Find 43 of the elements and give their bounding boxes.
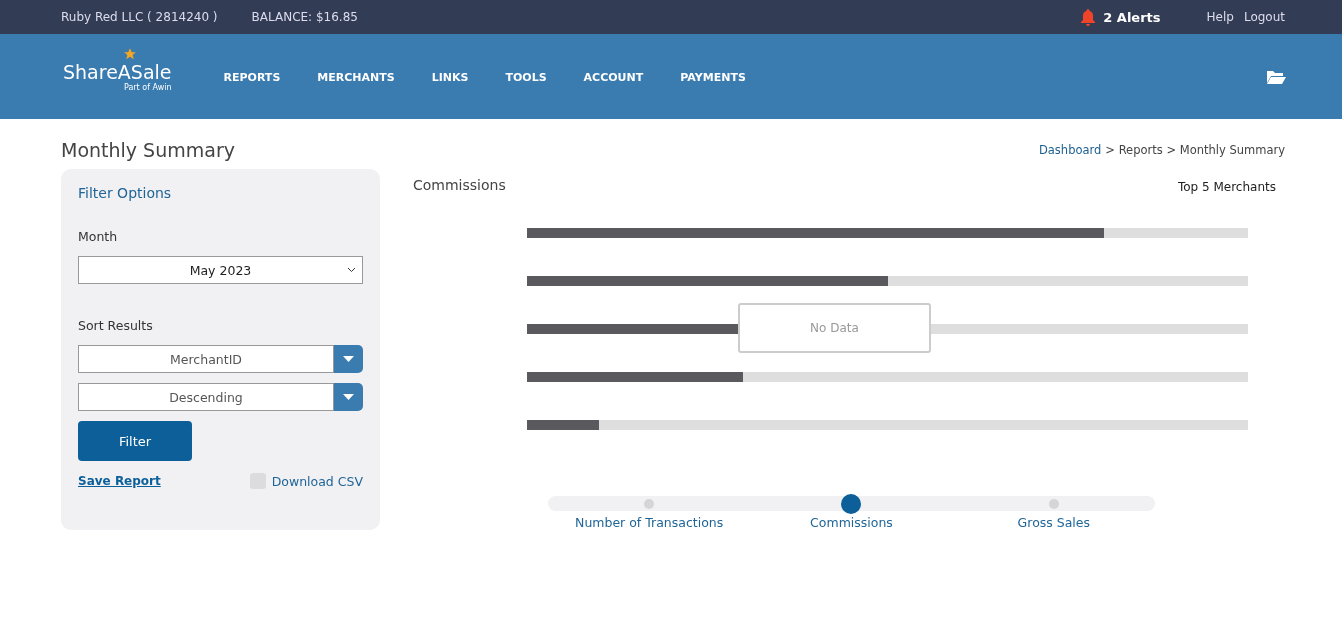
no-data-tooltip: No Data: [738, 303, 931, 353]
field-label: Sort Results: [78, 318, 154, 333]
account-name: Ruby Red LLC ( 2814240 ): [61, 10, 218, 24]
logo-subtitle: Part of Awin: [123, 83, 172, 92]
nav-item[interactable]: REPORTS: [223, 69, 281, 84]
nav-item[interactable]: MERCHANTS: [317, 69, 395, 84]
top-link[interactable]: Logout: [1243, 10, 1285, 24]
folder-icon[interactable]: [1266, 68, 1286, 85]
field-label: Month: [78, 229, 119, 244]
sort-order-select[interactable]: Descending: [78, 383, 334, 411]
metric-option[interactable]: Commissions: [810, 515, 893, 530]
metric-option[interactable]: Number of Transactions: [575, 515, 724, 530]
nav-item[interactable]: LINKS: [431, 69, 469, 84]
chart-title: Commissions: [413, 177, 506, 194]
metric-option[interactable]: Gross Sales: [1017, 515, 1091, 530]
balance: BALANCE: $16.85: [251, 10, 358, 24]
save-report-link[interactable]: Save Report: [78, 474, 161, 488]
page-title: Monthly Summary: [61, 139, 235, 161]
sort-field-select[interactable]: MerchantID: [78, 345, 334, 373]
chart-subtitle: Top 5 Merchants: [1177, 180, 1276, 194]
slider-stop[interactable]: [1048, 499, 1059, 509]
dropdown-button[interactable]: [334, 383, 363, 411]
month-select[interactable]: May 2023: [78, 256, 363, 284]
checkbox-label: Download CSV: [271, 473, 363, 489]
nav-item[interactable]: TOOLS: [505, 69, 547, 84]
slider-stop[interactable]: [644, 499, 655, 509]
dropdown-button[interactable]: [334, 345, 363, 373]
alerts-link[interactable]: 2 Alerts: [1079, 8, 1161, 26]
caret-icon: [343, 394, 354, 400]
logo[interactable]: ShareASale Part of Awin: [63, 61, 172, 92]
logo-text: ShareASale: [63, 61, 172, 83]
breadcrumb-text: > Reports > Monthly Summary: [1105, 143, 1285, 157]
bell-icon: [1079, 8, 1098, 26]
top-link[interactable]: Help: [1206, 10, 1234, 24]
chevron-down-icon: [347, 267, 356, 273]
breadcrumb-link[interactable]: Dashboard: [1038, 143, 1102, 157]
slider-stop[interactable]: [841, 494, 862, 514]
nav-item[interactable]: ACCOUNT: [583, 69, 644, 84]
star-icon: [123, 47, 137, 61]
filter-button[interactable]: Filter: [78, 421, 192, 461]
panel-title: Filter Options: [78, 185, 173, 201]
caret-icon: [343, 356, 354, 362]
nav-item[interactable]: PAYMENTS: [680, 69, 746, 84]
